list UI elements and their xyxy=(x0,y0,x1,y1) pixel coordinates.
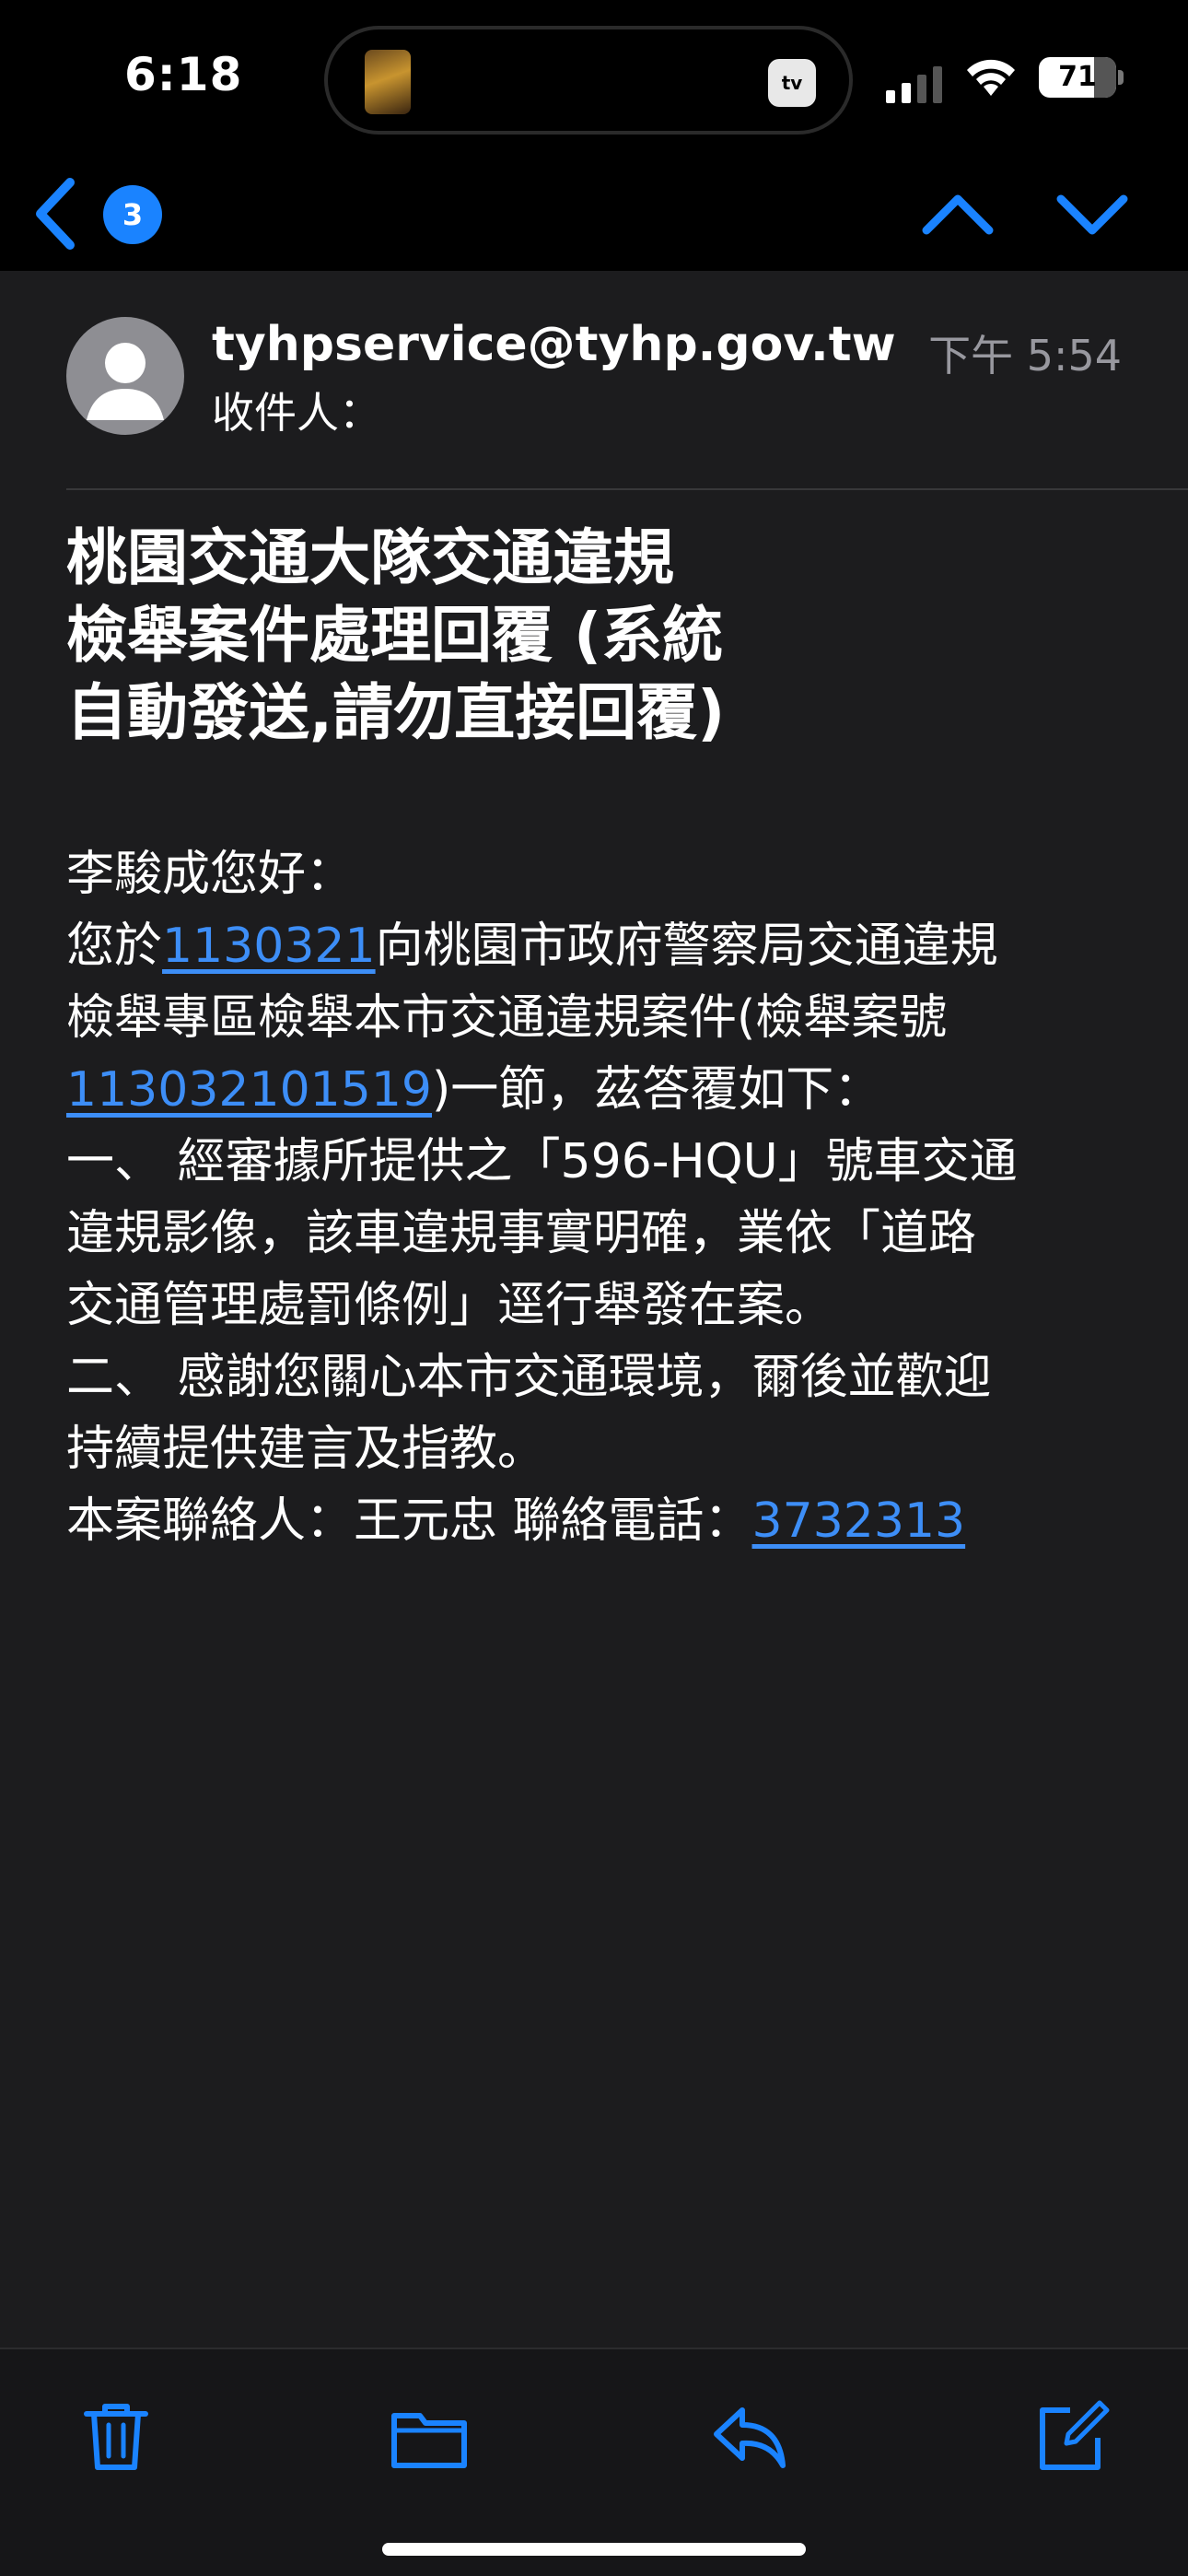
date-link[interactable]: 1130321 xyxy=(162,919,376,974)
status-time: 6:18 xyxy=(124,48,243,101)
now-playing-artwork xyxy=(365,50,411,114)
unread-count-badge[interactable]: 3 xyxy=(103,185,162,244)
body-line: 二、 感謝您關心本市交通環境，爾後並歡迎 xyxy=(66,1350,992,1405)
message-view: tyhpservice@tyhp.gov.tw 收件人： 下午 5:54 桃園交… xyxy=(0,271,1188,2348)
dynamic-island[interactable]: tv xyxy=(324,26,853,135)
battery-percent: 71 xyxy=(1058,61,1097,93)
message-time: 下午 5:54 xyxy=(928,331,1122,381)
phone-link[interactable]: 3732313 xyxy=(752,1493,966,1549)
body-line: 交通管理處罰條例」逕行舉發在案。 xyxy=(66,1278,833,1333)
body-line: 一、 經審據所提供之「596-HQU」號車交通 xyxy=(66,1134,1018,1189)
body-line: 違規影像，該車違規事實明確，業依「道路 xyxy=(66,1206,977,1261)
body-greeting: 李駿成您好： xyxy=(66,847,355,902)
body-text: 本案聯絡人：王元忠 聯絡電話： xyxy=(66,1493,752,1549)
body-text: )一節，茲答覆如下： xyxy=(432,1062,882,1118)
chevron-down-icon[interactable] xyxy=(1055,182,1129,247)
reply-icon[interactable] xyxy=(711,2397,788,2475)
mail-nav-bar xyxy=(0,157,1188,271)
body-line: 持續提供建言及指教。 xyxy=(66,1422,546,1477)
body-line: 113032101519)一節，茲答覆如下： xyxy=(66,1054,1135,1126)
trash-icon[interactable] xyxy=(77,2397,155,2475)
chevron-up-icon[interactable] xyxy=(921,182,995,247)
sender-avatar[interactable] xyxy=(66,317,184,435)
home-indicator[interactable] xyxy=(382,2543,806,2556)
cellular-signal-icon xyxy=(886,66,942,103)
body-line: 您於1130321向桃園市政府警察局交通違規 xyxy=(66,910,1135,982)
subject-line: 桃園交通大隊交通違規 xyxy=(66,522,674,593)
wifi-icon xyxy=(967,59,1015,96)
apple-tv-icon: tv xyxy=(768,59,816,107)
person-icon xyxy=(87,343,164,420)
status-bar: 6:18 tv 71 xyxy=(0,0,1188,157)
subject-line: 自動發送,請勿直接回覆) xyxy=(66,677,726,748)
compose-icon[interactable] xyxy=(1033,2397,1111,2475)
body-text: 向桃園市政府警察局交通違規 xyxy=(375,919,998,974)
sender-address[interactable]: tyhpservice@tyhp.gov.tw xyxy=(212,317,896,372)
body-line: 本案聯絡人：王元忠 聯絡電話：3732313 xyxy=(66,1485,1135,1557)
folder-icon[interactable] xyxy=(390,2397,468,2475)
subject-line: 檢舉案件處理回覆 (系統 xyxy=(66,600,724,671)
body-line: 檢舉專區檢舉本市交通違規案件(檢舉案號 xyxy=(66,990,948,1046)
bottom-toolbar xyxy=(0,2348,1188,2576)
header-divider xyxy=(66,488,1188,490)
message-body: 李駿成您好： 您於1130321向桃園市政府警察局交通違規 檢舉專區檢舉本市交通… xyxy=(66,838,1135,1557)
recipient-label[interactable]: 收件人： xyxy=(212,380,381,440)
battery-icon: 71 xyxy=(1039,57,1124,98)
body-text: 您於 xyxy=(66,919,163,974)
message-subject: 桃園交通大隊交通違規 檢舉案件處理回覆 (系統 自動發送,請勿直接回覆) xyxy=(66,520,858,752)
case-number-link[interactable]: 113032101519 xyxy=(66,1062,432,1118)
